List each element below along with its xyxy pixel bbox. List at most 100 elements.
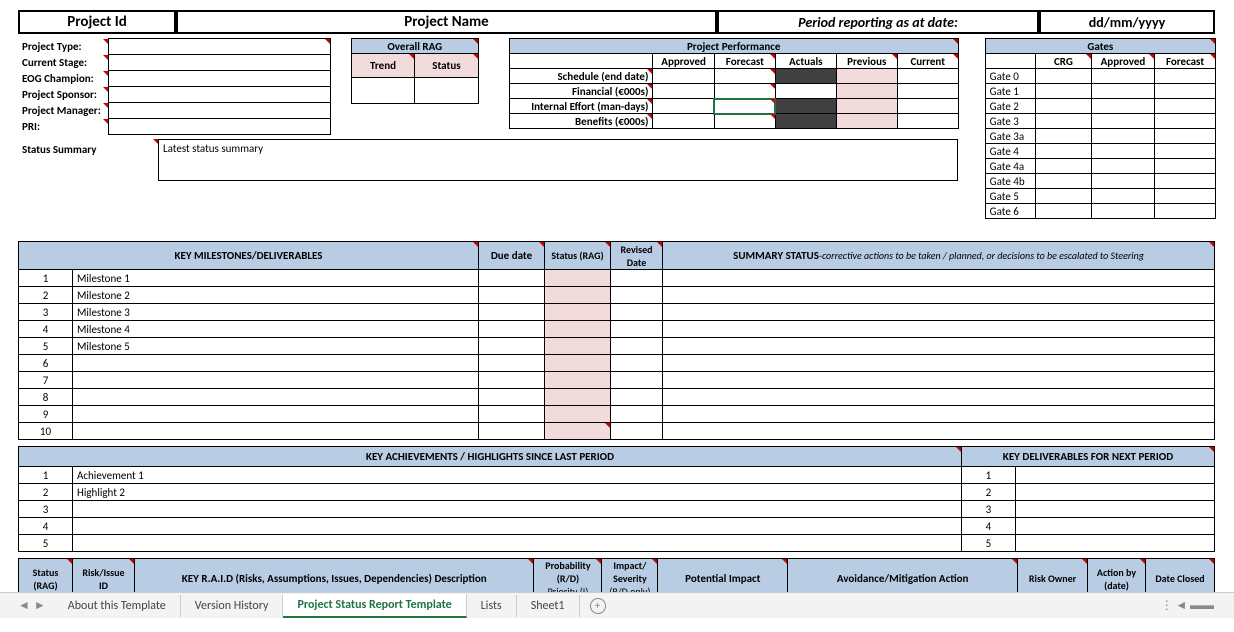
gate-row: Gate 4b [985,174,1035,189]
gate-row: Gate 6 [985,204,1035,219]
gate-row: Gate 0 [985,69,1035,84]
rag-status-val[interactable] [415,78,479,104]
date-value[interactable]: dd/mm/yyyy [1039,10,1215,34]
gate-row: Gate 4a [985,159,1035,174]
ms-name[interactable] [73,406,479,423]
label-pri: PRI: [18,119,109,135]
del-val[interactable] [1015,467,1214,484]
ms-name[interactable]: Milestone 4 [73,321,479,338]
tab-sheet1[interactable]: Sheet1 [517,595,580,617]
label-sponsor: Project Sponsor: [18,87,109,103]
label-eog: EOG Champion: [18,71,109,87]
rag-trend-val[interactable] [351,78,414,104]
raid-prob: Probability (R/D)Priority (I) [534,559,602,593]
ms-name[interactable]: Milestone 5 [73,338,479,355]
raid-closed: Date Closed [1145,559,1214,593]
header-row: Project Id Project Name Period reporting… [18,10,1216,34]
ms-name[interactable] [73,372,479,389]
ms-num: 10 [19,423,73,440]
gate-row: Gate 1 [985,84,1035,99]
ach-val[interactable]: Achievement 1 [73,467,962,484]
nav-prev-icon[interactable]: ► [34,598,46,613]
ach-num: 3 [19,501,73,518]
raid-owner: Risk Owner [1018,559,1088,593]
perf-col-approved: Approved [653,54,714,69]
rag-title: Overall RAG [351,39,478,54]
ms-name[interactable] [73,355,479,372]
gate-row: Gate 3 [985,114,1035,129]
ms-due: Due date [479,242,545,270]
ach-val[interactable] [73,518,962,535]
ms-num: 8 [19,389,73,406]
ach-num: 4 [19,518,73,535]
project-name-label[interactable]: Project Name [176,10,717,34]
tab-version[interactable]: Version History [181,595,284,617]
del-val[interactable] [1015,501,1214,518]
hscroll-indicator[interactable]: ⋮ ◄ ▬▬ [1161,598,1234,613]
perf-col-actuals: Actuals [775,54,836,69]
raid-table: Status (RAG) Risk/Issue ID KEY R.A.I.D (… [18,558,1215,592]
del-num: 5 [961,535,1015,552]
project-info-table: Project Type: Current Stage: EOG Champio… [18,38,331,135]
del-num: 1 [961,467,1015,484]
ms-name[interactable]: Milestone 3 [73,304,479,321]
ms-status: Status (RAG) [545,242,611,270]
nav-first-icon[interactable]: ◄ [18,598,30,613]
tab-nav-arrows[interactable]: ◄ ► [10,598,54,613]
gates-table: Gates CRG Approved Forecast Gate 0 Gate … [985,38,1216,219]
rag-trend-label: Trend [351,54,414,78]
gate-row: Gate 5 [985,189,1035,204]
raid-impact: Impact/ Severity(R/D only) [602,559,658,593]
ms-num: 1 [19,270,73,287]
active-cell[interactable] [714,99,775,114]
ms-num: 9 [19,406,73,423]
ms-name[interactable] [73,423,479,440]
perf-row-financial: Financial (€000s) [509,84,653,99]
ach-val[interactable] [73,535,962,552]
info-section: Project Type: Current Stage: EOG Champio… [18,36,1216,219]
ach-num: 1 [19,467,73,484]
raid-potential: Potential Impact [658,559,788,593]
label-current-stage: Current Stage: [18,55,109,71]
del-val[interactable] [1015,484,1214,501]
gates-title: Gates [985,39,1215,54]
perf-row-effort: Internal Effort (man-days) [509,99,653,114]
tab-active[interactable]: Project Status Report Template [283,594,466,618]
val-current-stage[interactable] [109,55,330,71]
gates-col-approved: Approved [1091,54,1154,69]
ms-summary: SUMMARY STATUS-corrective actions to be … [663,242,1215,270]
ms-num: 5 [19,338,73,355]
performance-table: Project Performance Approved Forecast Ac… [509,38,959,129]
ms-num: 2 [19,287,73,304]
perf-col-current: Current [897,54,958,69]
ms-name[interactable] [73,389,479,406]
tab-lists[interactable]: Lists [467,595,517,617]
ms-name[interactable]: Milestone 1 [73,270,479,287]
val-eog[interactable] [109,71,330,87]
ach-num: 5 [19,535,73,552]
val-sponsor[interactable] [109,87,330,103]
ms-name[interactable]: Milestone 2 [73,287,479,304]
rag-status-label: Status [415,54,479,78]
gates-col-forecast: Forecast [1155,54,1216,69]
label-manager: Project Manager: [18,103,109,119]
worksheet-area[interactable]: Project Id Project Name Period reporting… [0,0,1234,592]
del-val[interactable] [1015,535,1214,552]
gate-row: Gate 3a [985,129,1035,144]
project-id-label[interactable]: Project Id [18,10,176,34]
ach-left-header: KEY ACHIEVEMENTS / HIGHLIGHTS SINCE LAST… [19,447,962,467]
ach-val[interactable] [73,501,962,518]
status-summary-value[interactable]: Latest status summary [158,139,958,181]
sheet-tab-bar: ◄ ► About this Template Version History … [0,592,1234,618]
add-sheet-icon[interactable]: + [590,598,606,614]
perf-col-forecast: Forecast [714,54,775,69]
ms-num: 4 [19,321,73,338]
ach-val[interactable]: Highlight 2 [73,484,962,501]
val-manager[interactable] [109,103,330,119]
tab-about[interactable]: About this Template [54,595,181,617]
val-project-type[interactable] [109,39,330,55]
val-pri[interactable] [109,119,330,135]
gate-row: Gate 2 [985,99,1035,114]
del-val[interactable] [1015,518,1214,535]
del-num: 2 [961,484,1015,501]
